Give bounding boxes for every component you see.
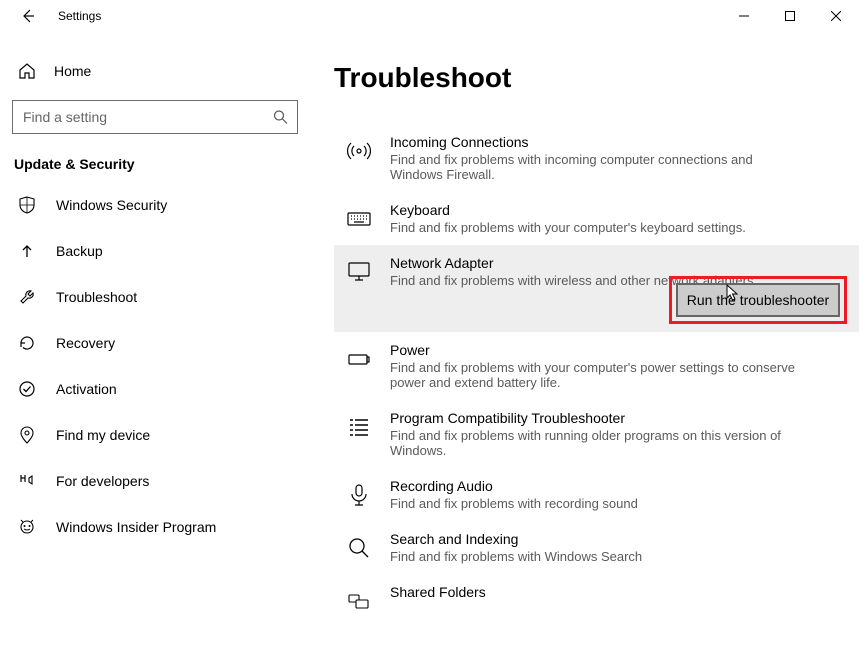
troubleshooter-recording-audio[interactable]: Recording Audio Find and fix problems wi… <box>334 468 859 521</box>
keyboard-icon <box>344 204 374 234</box>
nav-label: Activation <box>56 381 117 397</box>
sidebar-section-title: Update & Security <box>12 156 298 172</box>
troubleshooter-search-indexing[interactable]: Search and Indexing Find and fix problem… <box>334 521 859 574</box>
troubleshooter-program-compatibility[interactable]: Program Compatibility Troubleshooter Fin… <box>334 400 859 468</box>
home-icon <box>16 60 38 82</box>
troubleshooter-desc: Find and fix problems with running older… <box>390 428 800 458</box>
nav-home[interactable]: Home <box>12 50 298 92</box>
troubleshooter-title: Keyboard <box>390 202 847 218</box>
nav-recovery[interactable]: Recovery <box>12 320 298 366</box>
wrench-icon <box>16 286 38 308</box>
troubleshooter-desc: Find and fix problems with Windows Searc… <box>390 549 800 564</box>
folders-icon <box>344 586 374 616</box>
monitor-icon <box>344 257 374 287</box>
nav-insider-program[interactable]: Windows Insider Program <box>12 504 298 550</box>
backup-icon <box>16 240 38 262</box>
run-troubleshooter-button[interactable]: Run the troubleshooter <box>676 283 840 317</box>
nav-for-developers[interactable]: For developers <box>12 458 298 504</box>
nav-label: Windows Security <box>56 197 167 213</box>
location-icon <box>16 424 38 446</box>
maximize-button[interactable] <box>767 0 813 32</box>
troubleshooter-power[interactable]: Power Find and fix problems with your co… <box>334 332 859 400</box>
nav-find-device[interactable]: Find my device <box>12 412 298 458</box>
nav-troubleshoot[interactable]: Troubleshoot <box>12 274 298 320</box>
search-icon <box>273 110 288 125</box>
troubleshooter-desc: Find and fix problems with incoming comp… <box>390 152 800 182</box>
recovery-icon <box>16 332 38 354</box>
troubleshooter-title: Incoming Connections <box>390 134 847 150</box>
nav-label: Windows Insider Program <box>56 519 216 535</box>
app-title: Settings <box>58 9 101 23</box>
titlebar: Settings <box>0 0 859 32</box>
check-circle-icon <box>16 378 38 400</box>
troubleshooter-title: Program Compatibility Troubleshooter <box>390 410 847 426</box>
search-input[interactable] <box>12 100 298 134</box>
troubleshooter-title: Shared Folders <box>390 584 847 600</box>
troubleshooter-title: Recording Audio <box>390 478 847 494</box>
insider-icon <box>16 516 38 538</box>
minimize-button[interactable] <box>721 0 767 32</box>
connections-icon <box>344 136 374 166</box>
list-icon <box>344 412 374 442</box>
page-title: Troubleshoot <box>334 62 859 94</box>
shield-icon <box>16 194 38 216</box>
nav-windows-security[interactable]: Windows Security <box>12 182 298 228</box>
troubleshooter-title: Search and Indexing <box>390 531 847 547</box>
nav-home-label: Home <box>54 63 91 79</box>
troubleshooter-keyboard[interactable]: Keyboard Find and fix problems with your… <box>334 192 859 245</box>
nav-backup[interactable]: Backup <box>12 228 298 274</box>
search-large-icon <box>344 533 374 563</box>
troubleshooter-shared-folders[interactable]: Shared Folders <box>334 574 859 626</box>
troubleshooter-network-adapter[interactable]: Network Adapter Find and fix problems wi… <box>334 245 859 332</box>
microphone-icon <box>344 480 374 510</box>
close-button[interactable] <box>813 0 859 32</box>
troubleshooter-title: Network Adapter <box>390 255 847 271</box>
nav-label: Troubleshoot <box>56 289 137 305</box>
nav-label: For developers <box>56 473 149 489</box>
main-panel: Troubleshoot Incoming Connections Find a… <box>310 32 859 649</box>
troubleshooter-desc: Find and fix problems with your computer… <box>390 220 800 235</box>
troubleshooter-desc: Find and fix problems with recording sou… <box>390 496 800 511</box>
nav-activation[interactable]: Activation <box>12 366 298 412</box>
developers-icon <box>16 470 38 492</box>
nav-label: Find my device <box>56 427 150 443</box>
troubleshooter-title: Power <box>390 342 847 358</box>
back-button[interactable] <box>12 0 44 32</box>
run-button-highlight: Run the troubleshooter <box>669 276 847 324</box>
nav-label: Backup <box>56 243 103 259</box>
nav-label: Recovery <box>56 335 115 351</box>
troubleshooter-incoming-connections[interactable]: Incoming Connections Find and fix proble… <box>334 124 859 192</box>
battery-icon <box>344 344 374 374</box>
troubleshooter-desc: Find and fix problems with your computer… <box>390 360 800 390</box>
sidebar: Home Update & Security Windows Security … <box>0 32 310 649</box>
